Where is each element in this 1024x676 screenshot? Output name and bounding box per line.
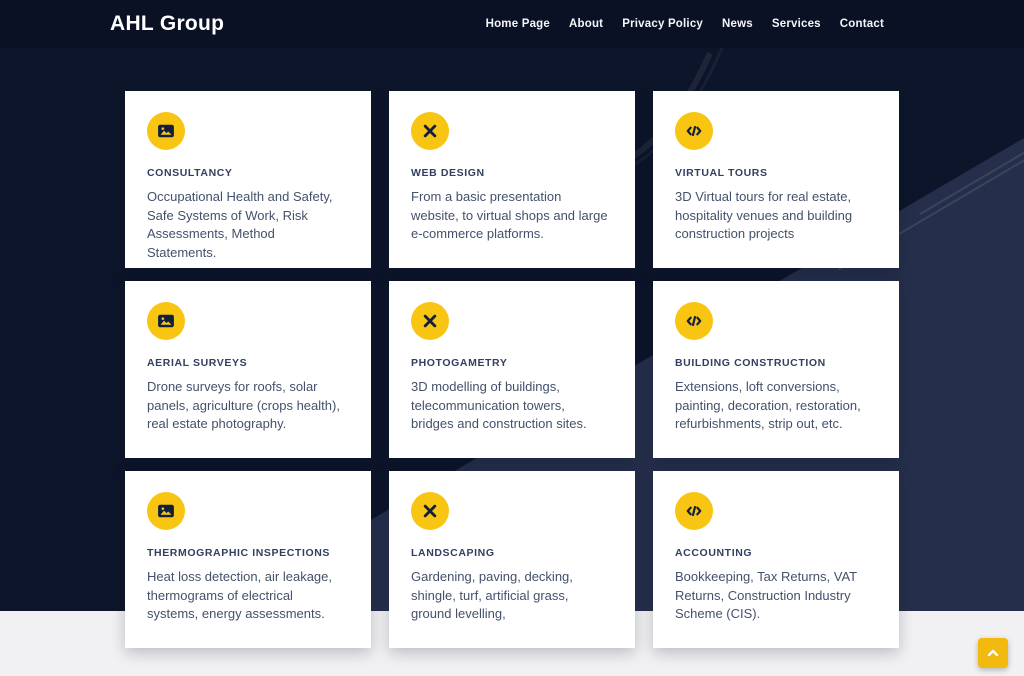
image-icon [158,124,174,138]
design-tools-icon [423,314,437,328]
service-icon-badge [411,112,449,150]
service-card-consultancy: CONSULTANCY Occupational Health and Safe… [125,91,371,268]
service-card-description: From a basic presentation website, to vi… [411,189,608,241]
service-card-title: WEB DESIGN [411,167,485,179]
service-card-title: ACCOUNTING [675,547,753,559]
code-icon [686,315,702,327]
service-card-description: Drone surveys for roofs, solar panels, a… [147,379,340,431]
brand-logo[interactable]: AHL Group [110,0,224,48]
service-card-description: Extensions, loft conversions, painting, … [675,379,861,431]
service-card-title: BUILDING CONSTRUCTION [675,357,826,369]
service-card-accounting: ACCOUNTING Bookkeeping, Tax Returns, VAT… [653,471,899,648]
service-card-title: THERMOGRAPHIC INSPECTIONS [147,547,331,559]
service-card-virtual-tours: VIRTUAL TOURS 3D Virtual tours for real … [653,91,899,268]
service-icon-badge [411,302,449,340]
design-tools-icon [423,504,437,518]
service-icon-badge [147,302,185,340]
service-icon-badge [675,112,713,150]
service-card-building-construction: BUILDING CONSTRUCTION Extensions, loft c… [653,281,899,458]
nav-item-contact[interactable]: Contact [840,18,884,30]
service-card-title: LANDSCAPING [411,547,495,559]
service-icon-badge [147,492,185,530]
service-icon-badge [411,492,449,530]
service-icon-badge [675,492,713,530]
code-icon [686,125,702,137]
scroll-to-top-button[interactable] [978,638,1008,668]
nav-item-home[interactable]: Home Page [486,18,550,30]
header: AHL Group Home Page About Privacy Policy… [0,0,1024,48]
service-card-description: Bookkeeping, Tax Returns, VAT Returns, C… [675,569,857,621]
image-icon [158,504,174,518]
services-grid: CONSULTANCY Occupational Health and Safe… [125,91,899,648]
main-nav: Home Page About Privacy Policy News Serv… [486,0,884,48]
design-tools-icon [423,124,437,138]
service-card-thermographic-inspections: THERMOGRAPHIC INSPECTIONS Heat loss dete… [125,471,371,648]
code-icon [686,505,702,517]
service-card-description: 3D Virtual tours for real estate, hospit… [675,189,853,241]
service-card-title: AERIAL SURVEYS [147,357,248,369]
service-card-aerial-surveys: AERIAL SURVEYS Drone surveys for roofs, … [125,281,371,458]
service-card-title: CONSULTANCY [147,167,233,179]
nav-item-news[interactable]: News [722,18,753,30]
nav-item-about[interactable]: About [569,18,603,30]
image-icon [158,314,174,328]
service-card-description: Occupational Health and Safety, Safe Sys… [147,189,333,260]
nav-item-services[interactable]: Services [772,18,821,30]
service-card-description: 3D modelling of buildings, telecommunica… [411,379,587,431]
service-card-description: Heat loss detection, air leakage, thermo… [147,569,332,621]
chevron-up-icon [987,649,999,657]
service-card-web-design: WEB DESIGN From a basic presentation web… [389,91,635,268]
nav-item-privacy-policy[interactable]: Privacy Policy [622,18,703,30]
service-card-landscaping: LANDSCAPING Gardening, paving, decking, … [389,471,635,648]
service-icon-badge [147,112,185,150]
service-card-title: VIRTUAL TOURS [675,167,768,179]
service-card-description: Gardening, paving, decking, shingle, tur… [411,569,573,621]
service-card-photogametry: PHOTOGAMETRY 3D modelling of buildings, … [389,281,635,458]
service-card-title: PHOTOGAMETRY [411,357,508,369]
service-icon-badge [675,302,713,340]
